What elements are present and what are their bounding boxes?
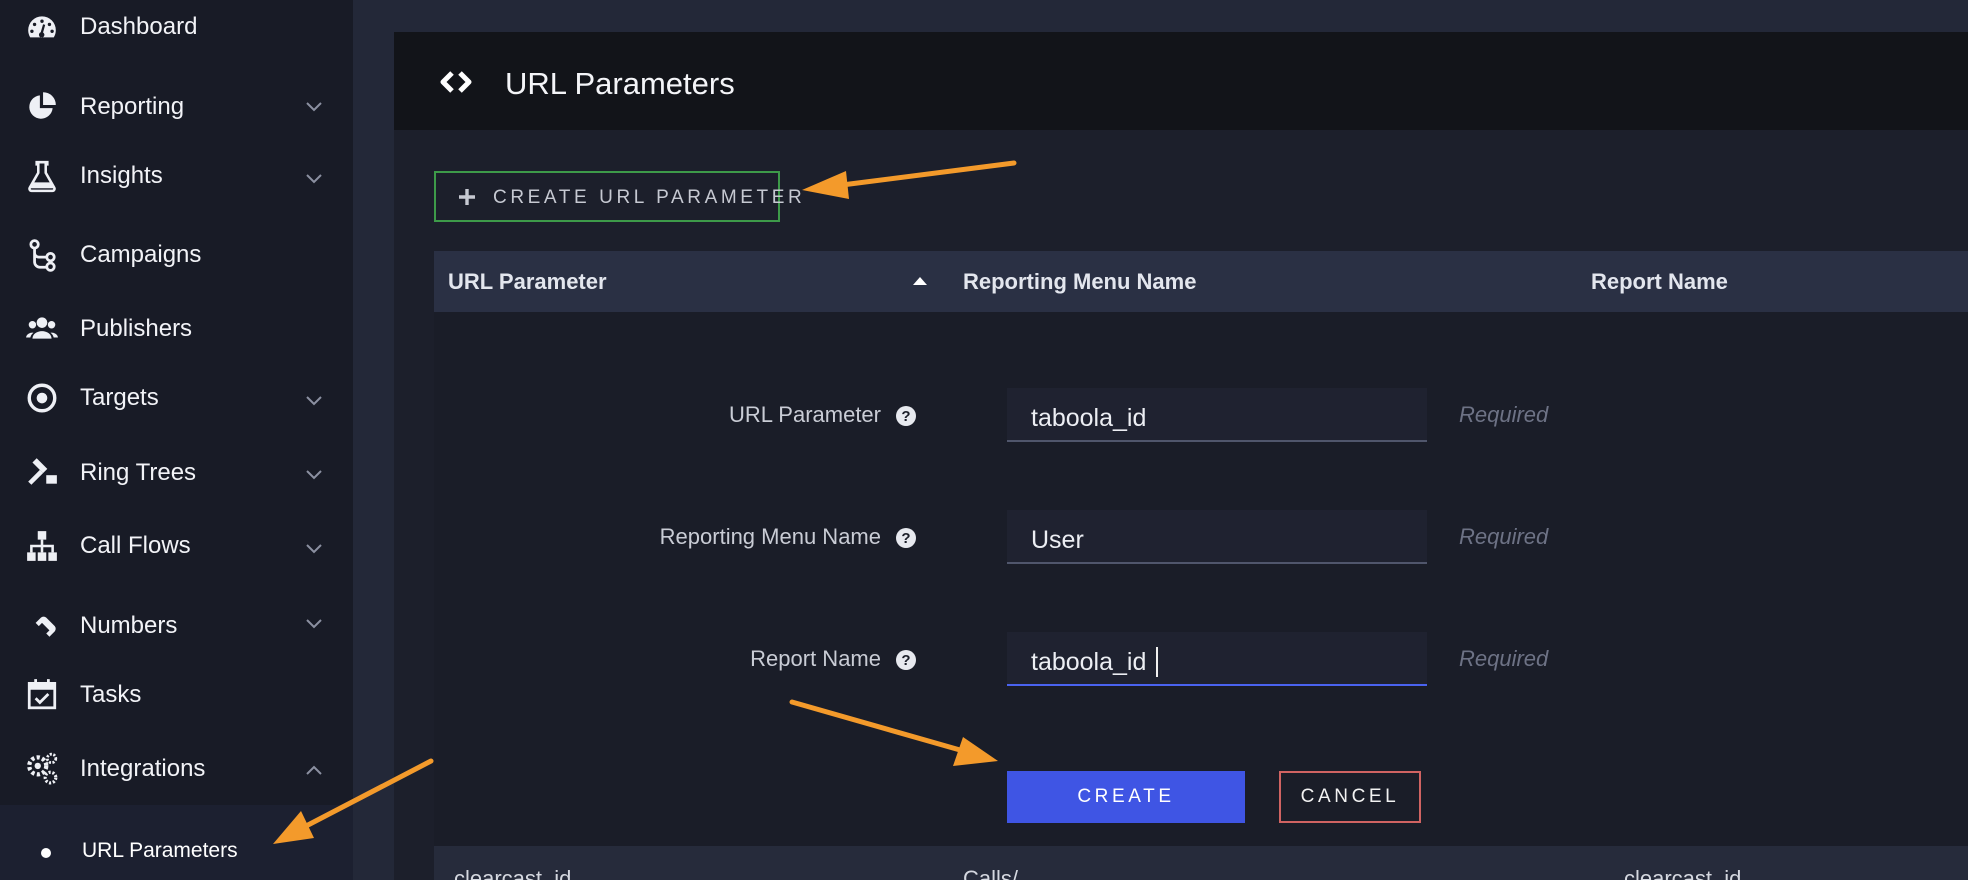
chevron-down-icon[interactable] bbox=[300, 164, 328, 192]
chevron-down-icon[interactable] bbox=[300, 92, 328, 120]
sidebar-item-dashboard[interactable]: Dashboard bbox=[0, 0, 353, 56]
help-icon[interactable]: ? bbox=[896, 650, 916, 670]
table-cell: Calls/... bbox=[963, 866, 1037, 880]
target-icon bbox=[24, 380, 60, 416]
chevron-down-icon[interactable] bbox=[300, 386, 328, 414]
sidebar-subitem-label[interactable]: URL Parameters bbox=[82, 839, 238, 863]
sidebar-item-publishers[interactable]: Publishers bbox=[0, 301, 353, 357]
column-header-reporting-menu-name[interactable]: Reporting Menu Name bbox=[963, 269, 1196, 295]
main-panel: URL Parameters CREATE URL PARAMETER URL … bbox=[394, 32, 1968, 880]
sidebar: Dashboard Reporting Insights Campaigns P… bbox=[0, 0, 353, 880]
report-name-label: Report Name bbox=[750, 646, 881, 671]
sidebar-item-tasks[interactable]: Tasks bbox=[0, 666, 353, 722]
sidebar-item-ring-trees[interactable]: Ring Trees bbox=[0, 444, 353, 500]
sidebar-item-label: Reporting bbox=[80, 93, 185, 120]
text-cursor bbox=[1156, 647, 1158, 677]
sidebar-item-label: Targets bbox=[80, 384, 159, 411]
gavel-icon bbox=[24, 454, 60, 490]
phone-icon bbox=[24, 607, 60, 643]
sidebar-item-targets[interactable]: Targets bbox=[0, 370, 353, 426]
url-parameter-input[interactable] bbox=[1007, 388, 1427, 442]
sidebar-item-label: Ring Trees bbox=[80, 459, 197, 486]
reporting-menu-name-input[interactable] bbox=[1007, 510, 1427, 564]
create-url-parameter-label: CREATE URL PARAMETER bbox=[493, 187, 806, 208]
flask-icon bbox=[24, 158, 60, 194]
sidebar-item-label: Numbers bbox=[80, 612, 178, 639]
plus-icon bbox=[459, 189, 475, 205]
report-name-input[interactable] bbox=[1007, 632, 1427, 686]
sidebar-item-call-flows[interactable]: Call Flows bbox=[0, 518, 353, 574]
create-form: URL Parameter ? Required Reporting Menu … bbox=[434, 312, 1968, 846]
pie-chart-icon bbox=[24, 88, 60, 124]
sidebar-item-campaigns[interactable]: Campaigns bbox=[0, 227, 353, 283]
sidebar-item-label: Insights bbox=[80, 162, 163, 189]
sitemap-icon bbox=[24, 528, 60, 564]
table-cell: clearcast_id bbox=[1624, 866, 1742, 880]
chevron-down-icon[interactable] bbox=[300, 534, 328, 562]
chevron-up-icon[interactable] bbox=[300, 757, 328, 785]
sidebar-item-label: Dashboard bbox=[80, 13, 198, 40]
table-header: URL Parameter Reporting Menu Name Report… bbox=[434, 251, 1968, 312]
report-name-required-hint: Required bbox=[1459, 646, 1549, 671]
sidebar-item-label: Call Flows bbox=[80, 532, 191, 559]
sidebar-item-label: Campaigns bbox=[80, 241, 202, 268]
chevron-down-icon[interactable] bbox=[300, 460, 328, 488]
page-header: URL Parameters bbox=[394, 32, 1968, 130]
sort-ascending-icon[interactable] bbox=[912, 276, 928, 286]
table-cell: clearcast_id bbox=[454, 866, 572, 880]
sidebar-item-label: Tasks bbox=[80, 681, 142, 708]
reporting-menu-name-required-hint: Required bbox=[1459, 524, 1549, 549]
gears-icon bbox=[24, 750, 60, 786]
active-dot-icon bbox=[41, 848, 51, 858]
table-row[interactable]: clearcast_id Calls/... clearcast_id bbox=[434, 846, 1968, 880]
sidebar-item-reporting[interactable]: Reporting bbox=[0, 78, 353, 134]
create-button[interactable]: CREATE bbox=[1007, 771, 1245, 823]
column-header-url-parameter[interactable]: URL Parameter bbox=[448, 269, 607, 295]
reporting-menu-name-label: Reporting Menu Name bbox=[659, 524, 881, 549]
cancel-button[interactable]: CANCEL bbox=[1279, 771, 1421, 823]
sidebar-item-label: Integrations bbox=[80, 755, 206, 782]
code-icon bbox=[440, 71, 472, 93]
page-title: URL Parameters bbox=[505, 66, 735, 101]
help-icon[interactable]: ? bbox=[896, 406, 916, 426]
sidebar-item-label: Publishers bbox=[80, 315, 193, 342]
url-parameter-label: URL Parameter bbox=[728, 402, 881, 427]
sidebar-item-insights[interactable]: Insights bbox=[0, 148, 353, 204]
url-parameter-required-hint: Required bbox=[1459, 402, 1549, 427]
help-icon[interactable]: ? bbox=[896, 528, 916, 548]
column-header-report-name[interactable]: Report Name bbox=[1591, 269, 1728, 295]
campaign-flow-icon bbox=[24, 237, 60, 273]
sidebar-item-numbers[interactable]: Numbers bbox=[0, 597, 353, 653]
sidebar-item-integrations[interactable]: Integrations bbox=[0, 740, 353, 796]
create-url-parameter-button[interactable]: CREATE URL PARAMETER bbox=[434, 171, 802, 222]
users-icon bbox=[24, 311, 60, 347]
chevron-down-icon[interactable] bbox=[300, 609, 328, 637]
dashboard-icon bbox=[24, 10, 60, 46]
calendar-check-icon bbox=[24, 676, 60, 712]
